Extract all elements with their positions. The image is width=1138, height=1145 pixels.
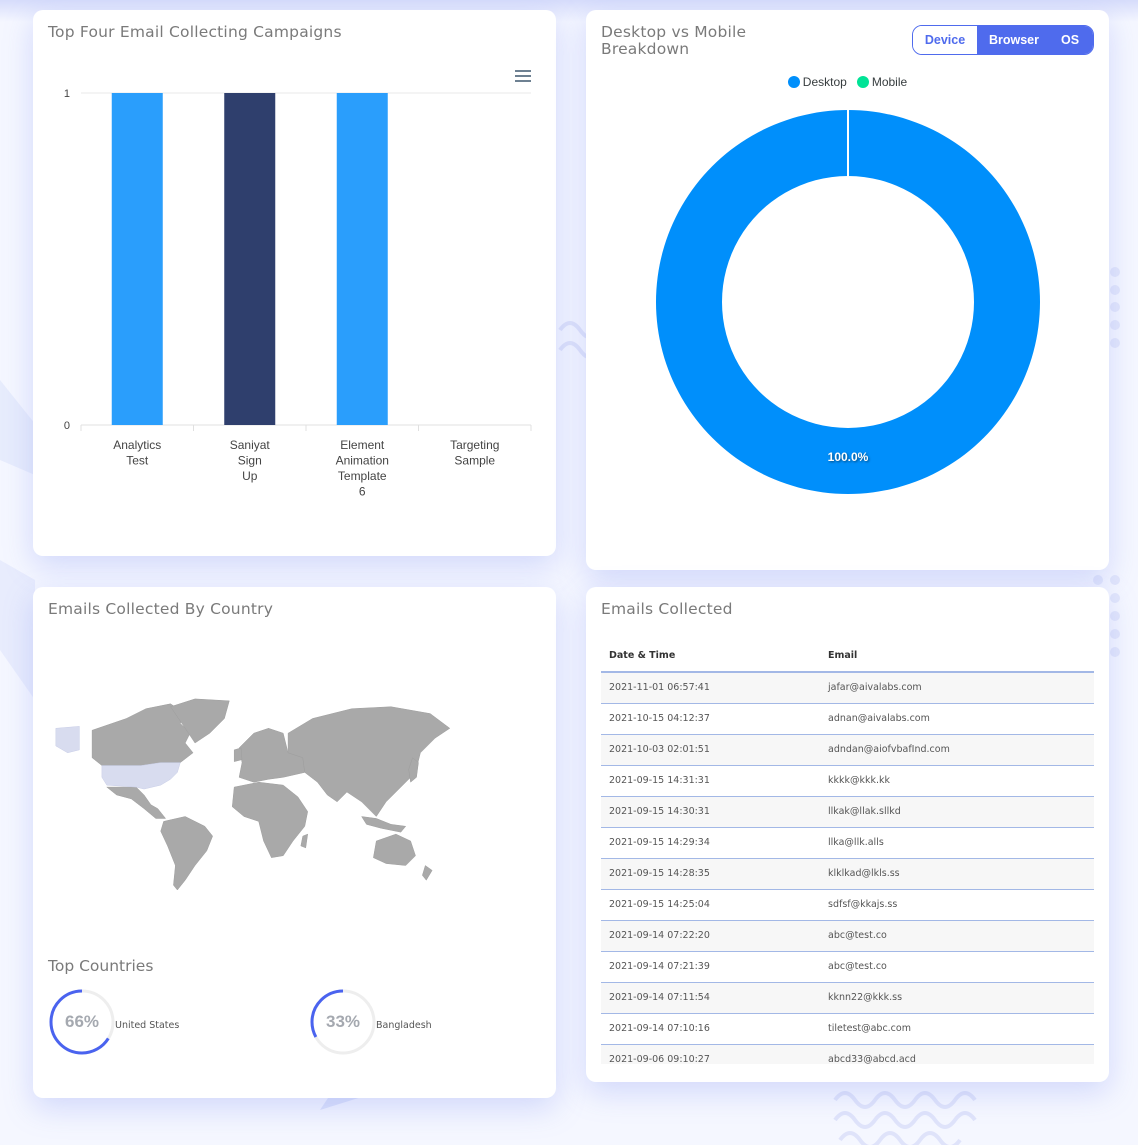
map-region-southeast-asia (361, 816, 407, 833)
cell-email: klklkad@lkls.ss (820, 858, 1094, 890)
y-tick-label: 1 (64, 88, 70, 100)
x-tick-label: Template (338, 469, 387, 483)
cell-date-time: 2021-09-14 07:22:20 (601, 920, 820, 952)
table-row[interactable]: 2021-09-06 09:10:27 abcd33@abcd.acd (601, 1044, 1094, 1064)
emails-table-scroll[interactable]: Date & Time Email 2021-11-01 06:57:41 jaf… (601, 639, 1094, 1064)
cell-date-time: 2021-10-15 04:12:37 (601, 703, 820, 735)
cell-date-time: 2021-09-15 14:25:04 (601, 889, 820, 921)
x-tick-label: Test (126, 454, 149, 468)
cell-date-time: 2021-09-14 07:11:54 (601, 982, 820, 1014)
campaigns-card: Top Four Email Collecting Campaigns 0 1 An… (33, 10, 556, 556)
map-region-central-america (106, 786, 167, 819)
x-tick-label: Element (340, 438, 385, 452)
cell-date-time: 2021-09-06 09:10:27 (601, 1044, 820, 1064)
cell-email: llkak@llak.sllkd (820, 796, 1094, 828)
emails-card-title: Emails Collected (601, 600, 733, 618)
country-card: Emails Collected By Country Top Countrie… (33, 587, 556, 1098)
country-progress-ring: 66% (48, 988, 116, 1056)
map-region-africa (231, 781, 308, 858)
country-item-bangladesh: 33% Bangladesh (309, 988, 432, 1056)
table-row[interactable]: 2021-09-15 14:30:31 llkak@llak.sllkd (601, 796, 1094, 828)
cell-date-time: 2021-09-15 14:30:31 (601, 796, 820, 828)
map-region-alaska (55, 726, 80, 754)
bar[interactable] (224, 93, 276, 425)
cell-email: adnan@aivalabs.com (820, 703, 1094, 735)
x-tick-label: Analytics (113, 438, 161, 452)
x-tick-label: Up (242, 469, 258, 483)
column-header-email[interactable]: Email (820, 639, 1094, 673)
cell-email: sdfsf@kkajs.ss (820, 889, 1094, 921)
x-tick-label: Sample (454, 454, 495, 468)
map-region-uk (233, 747, 243, 762)
donut-data-label: 100.0% (828, 450, 869, 464)
table-row[interactable]: 2021-09-15 14:25:04 sdfsf@kkajs.ss (601, 889, 1094, 921)
map-region-south-america (160, 816, 213, 891)
x-tick-label: Sign (238, 454, 262, 468)
map-region-asia (287, 706, 451, 817)
bar[interactable] (111, 93, 163, 425)
table-row[interactable]: 2021-11-01 06:57:41 jafar@aivalabs.com (601, 672, 1094, 704)
table-row[interactable]: 2021-09-14 07:11:54 kknn22@kkk.ss (601, 982, 1094, 1014)
country-name: Bangladesh (376, 1019, 432, 1031)
x-tick-label: Animation (336, 454, 389, 468)
table-row[interactable]: 2021-09-14 07:10:16 tiletest@abc.com (601, 1013, 1094, 1045)
table-row[interactable]: 2021-09-15 14:31:31 kkkk@kkk.kk (601, 765, 1094, 797)
country-progress-ring: 33% (309, 988, 377, 1056)
cell-email: jafar@aivalabs.com (820, 672, 1094, 704)
cell-date-time: 2021-09-15 14:29:34 (601, 827, 820, 859)
y-tick-label: 0 (64, 420, 70, 432)
cell-date-time: 2021-09-15 14:28:35 (601, 858, 820, 890)
table-row[interactable]: 2021-10-03 02:01:51 adndan@aiofvbafInd.co… (601, 734, 1094, 766)
cell-email: abc@test.co (820, 920, 1094, 952)
table-row[interactable]: 2021-09-14 07:21:39 abc@test.co (601, 951, 1094, 983)
device-donut-chart: 100.0% (655, 110, 1040, 495)
map-region-united-states (101, 762, 181, 790)
cell-email: tiletest@abc.com (820, 1013, 1094, 1045)
country-name: United States (115, 1019, 180, 1031)
cell-email: kknn22@kkk.ss (820, 982, 1094, 1014)
table-row[interactable]: 2021-09-15 14:28:35 klklkad@lkls.ss (601, 858, 1094, 890)
cell-email: llka@llk.alls (820, 827, 1094, 859)
world-map[interactable] (48, 677, 538, 907)
cell-date-time: 2021-09-14 07:10:16 (601, 1013, 820, 1045)
cell-date-time: 2021-09-15 14:31:31 (601, 765, 820, 797)
cell-email: abc@test.co (820, 951, 1094, 983)
x-tick-label: Saniyat (230, 438, 271, 452)
country-item-united-states: 66% United States (48, 988, 179, 1056)
table-header-row: Date & Time Email (601, 639, 1094, 673)
top-countries-title: Top Countries (48, 957, 154, 975)
column-header-date[interactable]: Date & Time (601, 639, 820, 673)
table-row[interactable]: 2021-10-15 04:12:37 adnan@aivalabs.com (601, 703, 1094, 735)
table-row[interactable]: 2021-09-15 14:29:34 llka@llk.alls (601, 827, 1094, 859)
emails-collected-card: Emails Collected Date & Time Email 2021-… (586, 587, 1109, 1082)
x-tick-label: Targeting (450, 438, 499, 452)
device-breakdown-card: Desktop vs Mobile Breakdown Device Brows… (586, 10, 1109, 570)
emails-table: Date & Time Email 2021-11-01 06:57:41 jaf… (601, 639, 1094, 1064)
country-card-title: Emails Collected By Country (48, 600, 274, 618)
cell-date-time: 2021-09-14 07:21:39 (601, 951, 820, 983)
table-row[interactable]: 2021-09-14 07:22:20 abc@test.co (601, 920, 1094, 952)
map-region-australia (373, 833, 416, 866)
cell-email: abcd33@abcd.acd (820, 1044, 1094, 1064)
country-percent: 33% (325, 1012, 361, 1031)
map-region-madagascar (300, 833, 309, 849)
cell-date-time: 2021-10-03 02:01:51 (601, 734, 820, 766)
cell-email: adndan@aiofvbafInd.com (820, 734, 1094, 766)
map-region-new-zealand (422, 865, 433, 881)
x-tick-label: 6 (359, 485, 366, 499)
cell-email: kkkk@kkk.kk (820, 765, 1094, 797)
campaigns-bar-chart: 0 1 Analytics Test Saniyat SignUp Element Anima… (64, 88, 532, 499)
cell-date-time: 2021-11-01 06:57:41 (601, 672, 820, 704)
bar[interactable] (336, 93, 388, 425)
country-percent: 66% (64, 1012, 100, 1031)
